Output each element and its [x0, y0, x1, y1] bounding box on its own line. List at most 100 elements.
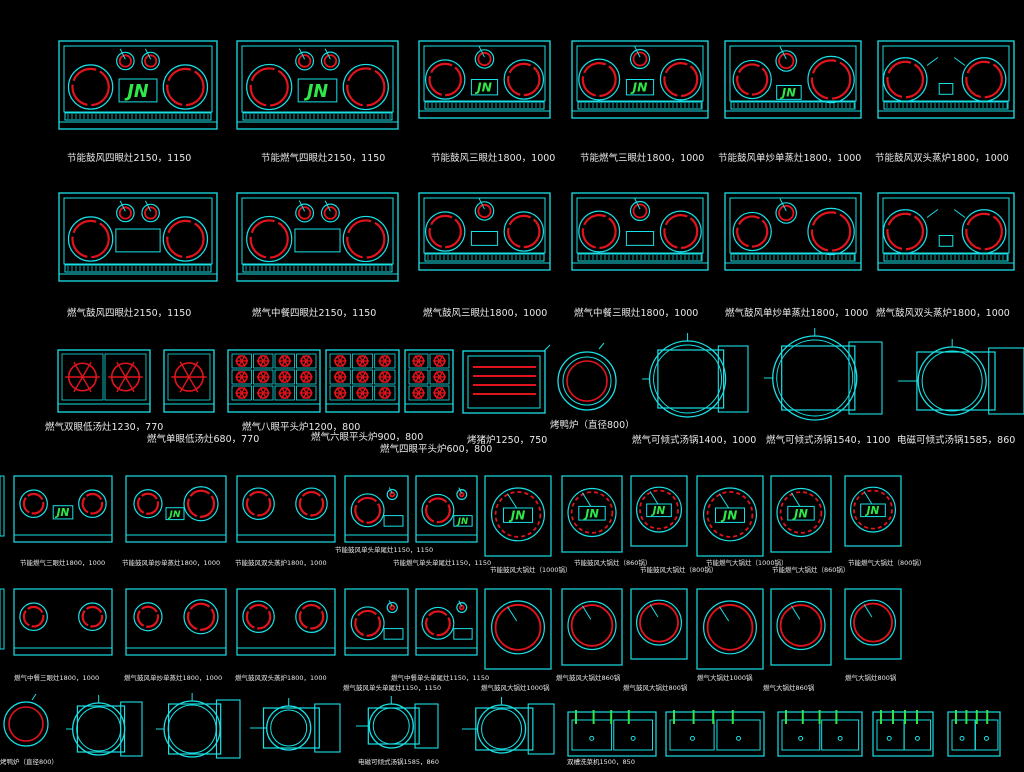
outline-line	[863, 604, 873, 618]
outline-rect	[383, 628, 404, 640]
outline-rect	[236, 588, 336, 656]
burner-ring	[965, 60, 1003, 99]
outline-circle	[246, 215, 293, 263]
outline-rect	[475, 707, 534, 751]
outline-circle	[503, 59, 545, 100]
burner-ring	[853, 602, 893, 643]
label: 燃气中餐三眼灶1800，1000	[14, 674, 100, 682]
burner-ring	[297, 54, 312, 68]
burner-ring	[778, 52, 795, 70]
outline-circle	[732, 211, 772, 252]
label: 燃气鼓风四眼灶2150，1150	[67, 308, 192, 319]
burner-ring	[186, 489, 216, 518]
outline-rect	[724, 192, 862, 271]
outline-circle	[886, 735, 892, 741]
outline-line	[863, 491, 873, 505]
outline-rect	[882, 197, 1010, 254]
outline-circle	[659, 58, 702, 101]
outline-line	[719, 606, 730, 622]
outline-circle	[3, 701, 49, 747]
outline-rect	[657, 349, 725, 409]
outline-circle	[456, 601, 468, 613]
label: 燃气可倾式汤锅1540，1100	[766, 435, 891, 446]
logo-icon: JN	[792, 506, 808, 520]
label: 节能燃气三眼灶1800，1000	[20, 559, 106, 567]
outline-circle	[342, 215, 389, 263]
logo-icon: JN	[304, 82, 329, 102]
outline-circle	[372, 707, 410, 745]
burner-ring	[118, 54, 132, 68]
burner-ring	[144, 54, 158, 68]
burner-ring	[778, 204, 795, 222]
label: 燃气可倾式汤锅1400，1000	[632, 435, 757, 446]
outline-circle	[882, 57, 928, 102]
burner-ring	[663, 61, 699, 97]
outline-circle	[914, 735, 920, 741]
outline-rect	[63, 197, 213, 265]
label: 燃气鼓风大锅灶1000锅	[481, 684, 550, 692]
outline-circle	[476, 704, 527, 754]
outline-rect	[125, 588, 227, 656]
outline-circle	[635, 599, 682, 646]
label: 电磁可倾式汤锅1585，860	[897, 435, 1016, 446]
outline-line	[790, 492, 801, 507]
label: 节能燃气大锅灶（800锅）	[848, 559, 926, 567]
outline-rect	[938, 235, 954, 247]
outline-circle	[566, 360, 608, 402]
outline-circle	[798, 735, 804, 741]
outline-rect	[781, 345, 856, 411]
outline-line	[507, 606, 518, 622]
burner-ring	[736, 63, 769, 96]
burner-ring	[298, 490, 325, 517]
outline-rect	[848, 341, 883, 415]
burner-ring	[494, 604, 542, 651]
outline-circle	[837, 735, 843, 741]
outline-circle	[567, 600, 617, 651]
burner-ring	[81, 605, 104, 628]
outline-circle	[776, 600, 826, 651]
label: 燃气鼓风单炒单蒸灶1800，1000	[124, 674, 223, 682]
burner-ring	[346, 67, 386, 107]
label: 节能鼓风大锅灶（1000锅）	[490, 566, 572, 574]
outline-circle	[456, 489, 468, 500]
outline-circle	[921, 350, 983, 412]
burner-ring	[323, 206, 338, 220]
label: 燃气单眼低汤灶680，770	[147, 434, 260, 445]
outline-rect	[367, 707, 420, 745]
outline-rect	[988, 347, 1024, 415]
outline-rect	[821, 719, 860, 751]
label: 烤猪炉1250，750	[467, 435, 548, 446]
outline-rect	[916, 351, 996, 411]
burner-ring	[425, 497, 451, 524]
outline-circle	[772, 335, 858, 421]
outline-circle	[732, 59, 772, 100]
burner-ring	[118, 206, 132, 220]
outline-circle	[386, 488, 398, 501]
label: 燃气鼓风单炒单蒸灶1800，1000	[725, 308, 869, 319]
burner-ring	[736, 215, 769, 248]
burner-ring	[22, 605, 45, 628]
outline-circle	[481, 708, 523, 750]
burner-ring	[477, 51, 492, 67]
outline-circle	[562, 356, 612, 406]
burner-ring	[354, 496, 382, 524]
outline-rect	[877, 192, 1015, 271]
outline-rect	[903, 719, 932, 751]
outline-circle	[659, 210, 702, 253]
label: 烤鸭炉（直径800）	[550, 420, 635, 431]
logo-icon: JN	[721, 509, 738, 523]
outline-circle	[736, 735, 742, 741]
label: 燃气中餐四眼灶2150，1150	[252, 308, 377, 319]
outline-rect	[163, 349, 215, 413]
outline-circle	[72, 702, 126, 756]
outline-rect	[64, 264, 212, 273]
label: 节能燃气四眼灶2150，1150	[261, 153, 386, 164]
outline-rect	[13, 588, 113, 656]
outline-circle	[270, 709, 308, 747]
burner-ring	[810, 211, 852, 252]
outline-circle	[807, 207, 855, 256]
outline-rect	[76, 705, 126, 753]
outline-circle	[959, 735, 965, 741]
outline-line	[31, 693, 37, 701]
logo-icon: JN	[865, 505, 880, 517]
